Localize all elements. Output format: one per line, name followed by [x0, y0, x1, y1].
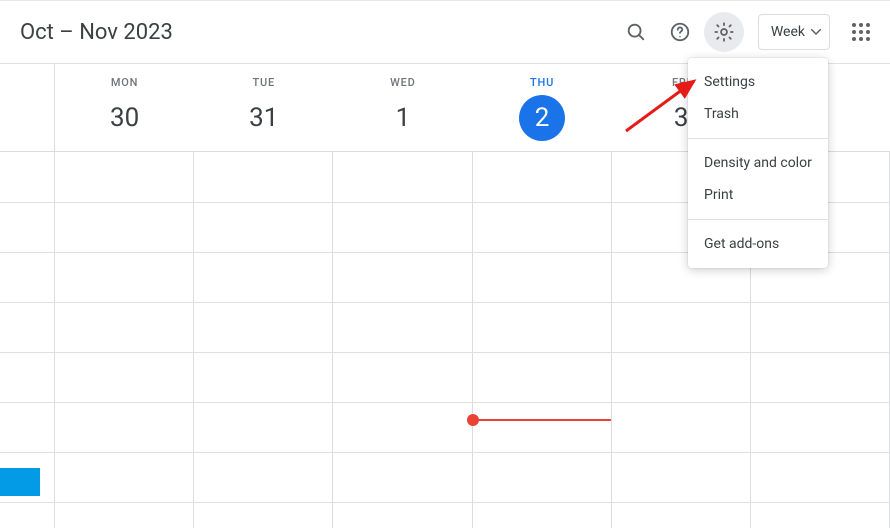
day-label: WED — [333, 76, 472, 89]
menu-divider — [688, 138, 828, 139]
view-selector-label: Week — [771, 24, 805, 40]
day-column[interactable] — [473, 152, 612, 528]
header-bar: Oct – Nov 2023 Week — [0, 0, 890, 64]
time-gutter — [0, 152, 55, 528]
day-column[interactable] — [333, 152, 472, 528]
day-column[interactable] — [55, 152, 194, 528]
google-apps-icon[interactable] — [844, 15, 878, 49]
time-gutter-header — [0, 64, 55, 151]
menu-item-density[interactable]: Density and color — [688, 147, 828, 179]
day-header-mon[interactable]: MON 30 — [55, 64, 194, 151]
current-time-dot — [467, 414, 479, 426]
day-number: 2 — [519, 95, 565, 141]
menu-item-settings[interactable]: Settings — [688, 66, 828, 98]
day-header-thu[interactable]: THU 2 — [473, 64, 612, 151]
menu-item-print[interactable]: Print — [688, 179, 828, 211]
chevron-down-icon — [811, 29, 821, 35]
day-column[interactable] — [194, 152, 333, 528]
day-number: 1 — [380, 95, 426, 141]
day-number: 30 — [102, 95, 148, 141]
settings-dropdown-menu: Settings Trash Density and color Print G… — [688, 58, 828, 268]
day-number: 31 — [241, 95, 287, 141]
header-actions: Week — [616, 12, 878, 52]
current-time-indicator — [473, 419, 611, 421]
day-label: MON — [55, 76, 194, 89]
help-icon[interactable] — [660, 12, 700, 52]
event-block[interactable] — [0, 468, 40, 496]
day-header-wed[interactable]: WED 1 — [333, 64, 472, 151]
menu-item-addons[interactable]: Get add-ons — [688, 228, 828, 260]
menu-item-trash[interactable]: Trash — [688, 98, 828, 130]
menu-divider — [688, 219, 828, 220]
day-label: TUE — [194, 76, 333, 89]
date-range-title: Oct – Nov 2023 — [20, 20, 616, 45]
settings-gear-icon[interactable] — [704, 12, 744, 52]
search-icon[interactable] — [616, 12, 656, 52]
day-label: THU — [473, 76, 612, 89]
day-header-tue[interactable]: TUE 31 — [194, 64, 333, 151]
view-selector[interactable]: Week — [758, 14, 830, 50]
